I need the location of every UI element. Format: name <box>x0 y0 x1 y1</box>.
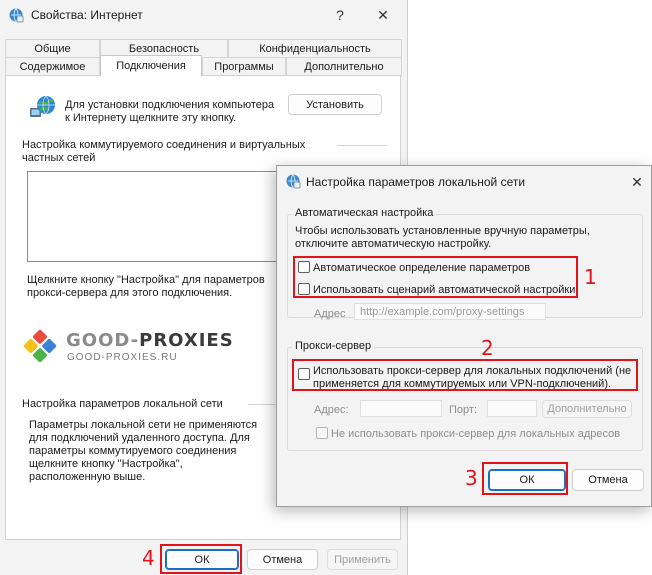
bypass-local-checkbox[interactable] <box>316 427 328 439</box>
setup-text-line1: Для установки подключения компьютера <box>65 99 275 111</box>
proxy-address-label: Адрес: <box>314 404 349 416</box>
logo-subtitle: GOOD-PROXIES.RU <box>67 352 178 363</box>
tab-content[interactable]: Содержимое <box>5 57 100 76</box>
advanced-button[interactable]: Дополнительно <box>542 400 632 418</box>
bypass-local-label[interactable]: Не использовать прокси-сервер для локаль… <box>331 427 620 441</box>
ok-button[interactable]: ОК <box>165 549 239 570</box>
lan-text-line5: расположенную выше. <box>29 471 146 483</box>
proxy-hint-line2: прокси-сервера для этого подключения. <box>27 287 233 299</box>
use-proxy-checkbox[interactable] <box>298 368 310 380</box>
dialog-icon <box>285 173 301 189</box>
tab-connections[interactable]: Подключения <box>100 55 202 76</box>
window-icon <box>8 7 24 23</box>
annotation-2: 2 <box>481 336 494 360</box>
close-button[interactable]: ✕ <box>368 3 398 27</box>
lan-text-line2: для подключений удаленного доступа. Для <box>29 432 250 444</box>
dialog-title: Настройка параметров локальной сети <box>306 175 526 189</box>
proxy-address-input[interactable] <box>360 400 442 417</box>
auto-script-label[interactable]: Использовать сценарий автоматической нас… <box>313 283 575 297</box>
use-proxy-label-line2[interactable]: применяется для коммутируемых или VPN-по… <box>313 377 611 391</box>
window-title: Свойства: Интернет <box>31 8 143 22</box>
apply-button[interactable]: Применить <box>327 549 398 570</box>
lan-text-line3: параметры коммутируемого соединения <box>29 445 237 457</box>
auto-detect-label[interactable]: Автоматическое определение параметров <box>313 261 530 275</box>
connections-listbox[interactable] <box>27 171 277 262</box>
dialup-heading-line1: Настройка коммутируемого соединения и ви… <box>22 139 306 151</box>
annotation-4: 4 <box>142 546 155 570</box>
tab-programs[interactable]: Программы <box>202 57 286 76</box>
logo-word-good: GOOD- <box>66 330 140 351</box>
annotation-3: 3 <box>465 466 478 490</box>
use-proxy-label-line1[interactable]: Использовать прокси-сервер для локальных… <box>313 364 631 378</box>
auto-text-line2: отключите автоматическую настройку. <box>295 238 492 250</box>
lan-divider <box>248 404 275 405</box>
port-input[interactable] <box>487 400 537 417</box>
dialog-ok-button[interactable]: ОК <box>488 469 566 491</box>
dialog-close-button[interactable]: ✕ <box>622 170 652 194</box>
logo-word-proxies: PROXIES <box>139 330 234 351</box>
tab-general[interactable]: Общие <box>5 39 100 58</box>
lan-text-line1: Параметры локальной сети не применяются <box>29 419 258 431</box>
lan-settings-dialog: Настройка параметров локальной сети ✕ Ав… <box>276 165 652 507</box>
proxy-hint-line1: Щелкните кнопку "Настройка" для параметр… <box>27 274 265 286</box>
script-address-label: Адрес <box>314 308 346 320</box>
install-button[interactable]: Установить <box>288 94 382 115</box>
dialup-divider <box>337 145 387 146</box>
auto-text-line1: Чтобы использовать установленные вручную… <box>295 225 590 237</box>
tab-privacy[interactable]: Конфиденциальность <box>228 39 402 58</box>
cancel-button[interactable]: Отмена <box>247 549 318 570</box>
proxy-server-group-title: Прокси-сервер <box>292 340 375 352</box>
tab-advanced[interactable]: Дополнительно <box>286 57 402 76</box>
annotation-1: 1 <box>584 265 597 289</box>
script-address-input[interactable]: http://example.com/proxy-settings <box>354 303 546 320</box>
dialup-heading-line2: частных сетей <box>22 152 96 164</box>
auto-script-checkbox[interactable] <box>298 283 310 295</box>
logo-wordmark: GOOD-PROXIES <box>66 330 234 351</box>
lan-text-line4: щелкните кнопку "Настройка", <box>29 458 183 470</box>
port-label: Порт: <box>449 404 477 416</box>
good-proxies-logo-icon <box>20 326 60 366</box>
auto-detect-checkbox[interactable] <box>298 261 310 273</box>
setup-text-line2: к Интернету щелкните эту кнопку. <box>65 112 237 124</box>
help-button[interactable]: ? <box>325 3 355 27</box>
lan-heading: Настройка параметров локальной сети <box>22 398 223 410</box>
globe-network-icon <box>28 94 58 122</box>
dialog-cancel-button[interactable]: Отмена <box>572 469 644 491</box>
auto-config-group-title: Автоматическая настройка <box>292 207 437 219</box>
